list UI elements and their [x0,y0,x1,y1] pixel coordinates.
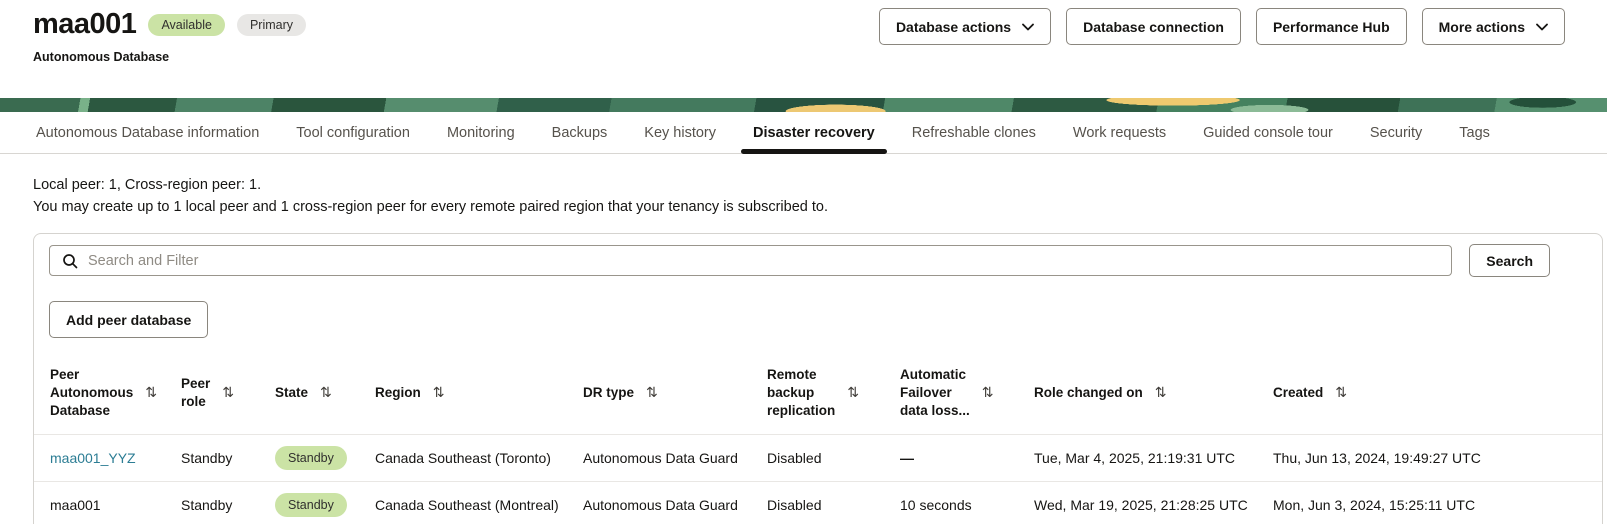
resource-type-label: Autonomous Database [33,50,306,64]
column-header-remote-backup-replication: Remote backup replication⇅ [767,350,900,435]
sort-icon[interactable]: ⇅ [1335,385,1347,401]
state-badge: Standby [275,493,347,517]
peer-database-name: maa001 [34,482,181,524]
column-header-region: Region⇅ [375,350,583,435]
chevron-down-icon [1536,23,1548,31]
column-header-dr-type: DR type⇅ [583,350,767,435]
tab-bar: Autonomous Database information Tool con… [0,112,1607,154]
availability-status-badge: Available [148,14,225,36]
role-changed-on-cell: Tue, Mar 4, 2025, 21:19:31 UTC [1034,435,1273,482]
row-actions-button[interactable] [1523,500,1535,516]
search-button[interactable]: Search [1469,244,1550,277]
column-header-created: Created⇅ [1273,350,1495,435]
peer-role-cell: Standby [181,435,275,482]
performance-hub-button[interactable]: Performance Hub [1256,8,1407,45]
more-actions-button[interactable]: More actions [1422,8,1565,45]
database-actions-label: Database actions [896,19,1011,35]
table-header-row: Peer Autonomous Database⇅ Peer role⇅ Sta… [34,350,1602,435]
tab-refreshable-clones[interactable]: Refreshable clones [912,125,1036,141]
sort-icon[interactable]: ⇅ [145,385,157,401]
sort-icon[interactable]: ⇅ [646,385,658,401]
decorative-banner [0,98,1607,112]
column-header-automatic-failover-data-loss: Automatic Failover data loss...⇅ [900,350,1034,435]
role-changed-on-cell: Wed, Mar 19, 2025, 21:28:25 UTC [1034,482,1273,524]
column-header-role-changed-on: Role changed on⇅ [1034,350,1273,435]
performance-hub-label: Performance Hub [1273,19,1390,35]
sort-icon[interactable]: ⇅ [320,385,332,401]
search-box[interactable] [49,245,1452,276]
dr-type-cell: Autonomous Data Guard [583,435,767,482]
tab-guided-console-tour[interactable]: Guided console tour [1203,125,1333,141]
table-row: maa001 Standby Standby Canada Southeast … [34,482,1602,524]
search-input[interactable] [88,253,1439,269]
remote-backup-replication-cell: Disabled [767,435,900,482]
search-row: Search [34,244,1602,277]
chevron-down-icon [1022,23,1034,31]
created-cell: Thu, Jun 13, 2024, 19:49:27 UTC [1273,435,1495,482]
column-header-peer-role: Peer role⇅ [181,350,275,435]
region-cell: Canada Southeast (Toronto) [375,435,583,482]
sort-icon[interactable]: ⇅ [982,385,994,401]
column-header-state: State⇅ [275,350,375,435]
sort-icon[interactable]: ⇅ [847,385,859,401]
page-header: maa001 Available Primary Autonomous Data… [0,0,1607,98]
tab-work-requests[interactable]: Work requests [1073,125,1166,141]
more-actions-label: More actions [1439,19,1525,35]
table-row: maa001_YYZ Standby Standby Canada Southe… [34,435,1602,482]
search-icon [62,253,78,269]
automatic-failover-data-loss-cell: — [900,435,1034,482]
column-header-actions [1495,350,1602,435]
automatic-failover-data-loss-cell: 10 seconds [900,482,1034,524]
role-status-badge: Primary [237,14,306,36]
add-peer-database-button[interactable]: Add peer database [49,301,208,338]
peer-role-cell: Standby [181,482,275,524]
peer-summary: Local peer: 1, Cross-region peer: 1. You… [33,174,1574,218]
tab-key-history[interactable]: Key history [644,125,716,141]
page-title: maa001 [33,8,136,41]
peer-count-line: Local peer: 1, Cross-region peer: 1. [33,174,1574,196]
tab-tool-configuration[interactable]: Tool configuration [296,125,410,141]
peer-limits-line: You may create up to 1 local peer and 1 … [33,196,1574,218]
sort-icon[interactable]: ⇅ [222,385,234,401]
tab-backups[interactable]: Backups [552,125,608,141]
header-actions: Database actions Database connection Per… [879,8,1565,45]
peer-database-table: Peer Autonomous Database⇅ Peer role⇅ Sta… [34,350,1602,524]
tab-security[interactable]: Security [1370,125,1422,141]
sort-icon[interactable]: ⇅ [433,385,445,401]
state-badge: Standby [275,446,347,470]
disaster-recovery-panel: Search Add peer database Peer Autonomous… [33,233,1603,524]
sort-icon[interactable]: ⇅ [1155,385,1167,401]
database-connection-label: Database connection [1083,19,1224,35]
column-header-peer-autonomous-database: Peer Autonomous Database⇅ [34,350,181,435]
row-actions-button[interactable] [1523,453,1535,469]
database-connection-button[interactable]: Database connection [1066,8,1241,45]
database-actions-button[interactable]: Database actions [879,8,1051,45]
tab-tags[interactable]: Tags [1459,125,1490,141]
remote-backup-replication-cell: Disabled [767,482,900,524]
tab-disaster-recovery[interactable]: Disaster recovery [753,125,875,141]
dr-type-cell: Autonomous Data Guard [583,482,767,524]
title-block: maa001 Available Primary Autonomous Data… [33,8,306,64]
created-cell: Mon, Jun 3, 2024, 15:25:11 UTC [1273,482,1495,524]
region-cell: Canada Southeast (Montreal) [375,482,583,524]
tab-monitoring[interactable]: Monitoring [447,125,515,141]
peer-database-link[interactable]: maa001_YYZ [50,450,136,466]
tab-autonomous-database-information[interactable]: Autonomous Database information [36,125,259,141]
